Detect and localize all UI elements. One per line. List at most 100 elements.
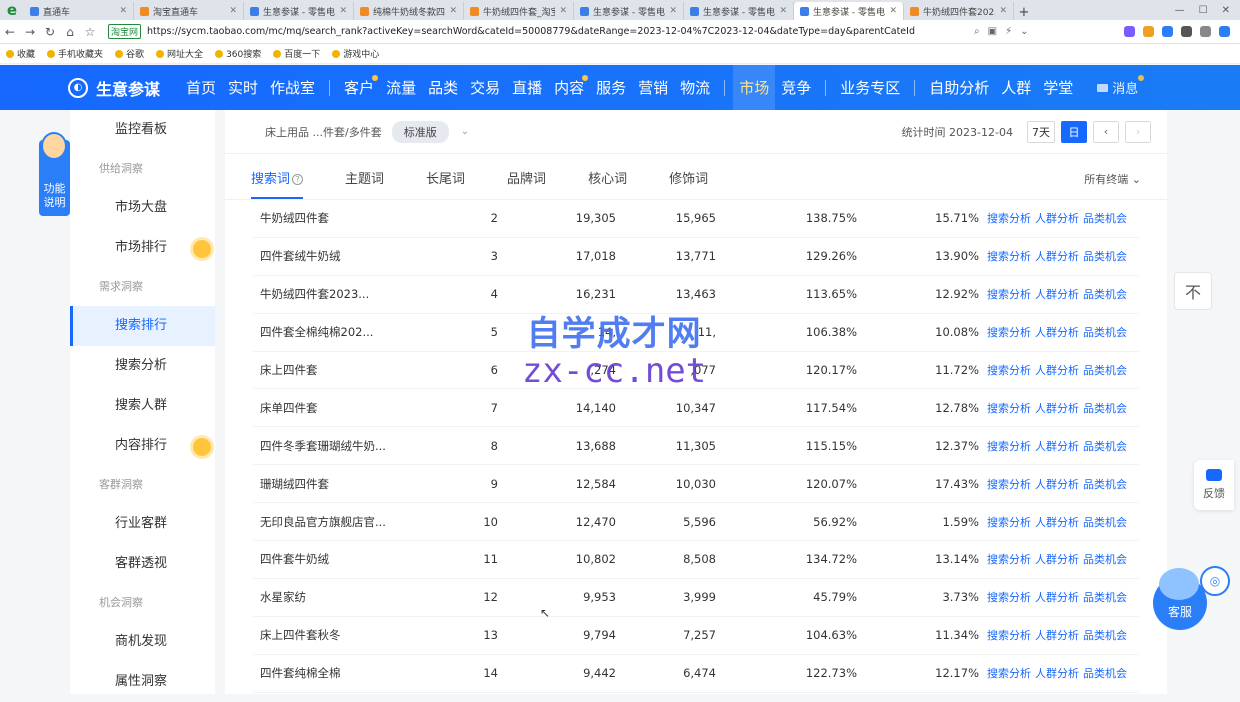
bookmark-item[interactable]: 谷歌 — [115, 47, 144, 60]
prev-date-button[interactable]: ‹ — [1093, 120, 1119, 143]
row-action-link[interactable]: 搜索分析 — [987, 286, 1031, 302]
url-text[interactable]: https://sycm.taobao.com/mc/mq/search_ran… — [147, 26, 915, 37]
row-action-link[interactable]: 品类机会 — [1083, 476, 1127, 492]
close-tab-icon[interactable]: ✕ — [339, 6, 347, 16]
sidebar-item[interactable]: 内容排行 — [70, 426, 215, 466]
row-action-link[interactable]: 品类机会 — [1083, 589, 1127, 605]
close-tab-icon[interactable]: ✕ — [669, 6, 677, 16]
browser-tab[interactable]: 生意参谋 - 零售电商 ✕ — [574, 2, 684, 20]
nav-item-13[interactable]: 市场 — [733, 65, 776, 110]
brand-logo[interactable]: ◐ 生意参谋 — [0, 76, 180, 100]
row-action-link[interactable]: 品类机会 — [1083, 400, 1127, 416]
row-action-link[interactable]: 品类机会 — [1083, 362, 1127, 378]
bookmark-item[interactable]: 网址大全 — [156, 47, 203, 60]
bookmark-item[interactable]: 收藏 — [6, 47, 35, 60]
row-action-link[interactable]: 搜索分析 — [987, 551, 1031, 567]
terminal-selector[interactable]: 所有终端 ⌄ — [1084, 171, 1141, 199]
back-icon[interactable]: ← — [0, 25, 20, 39]
nav-item-2[interactable]: 实时 — [222, 65, 264, 110]
bookmark-item[interactable]: 百度一下 — [273, 47, 320, 60]
extension-icon[interactable] — [1124, 26, 1135, 37]
extension-icon[interactable] — [1143, 26, 1154, 37]
close-tab-icon[interactable]: ✕ — [889, 6, 897, 16]
zoom-icon[interactable]: ⌕ — [974, 26, 980, 37]
nav-item-8[interactable]: 直播 — [506, 65, 548, 110]
range-day-button[interactable]: 日 — [1061, 120, 1087, 143]
tab-2[interactable]: 主题词 — [345, 168, 384, 199]
browser-tab[interactable]: 纯棉牛奶绒冬款四件✕ — [354, 2, 464, 20]
nav-item-14[interactable]: 竞争 — [775, 65, 817, 110]
bookmark-item[interactable]: 手机收藏夹 — [47, 47, 103, 60]
row-action-link[interactable]: 人群分析 — [1035, 551, 1079, 567]
row-action-link[interactable]: 人群分析 — [1035, 438, 1079, 454]
back-to-top-button[interactable]: 不 — [1174, 272, 1212, 310]
sidebar-item[interactable]: 市场排行 — [70, 228, 215, 268]
browser-tab[interactable]: 生意参谋 - 零售电商 ✕ — [794, 2, 904, 20]
sidebar-item[interactable]: 行业客群 — [70, 504, 215, 544]
row-action-link[interactable]: 搜索分析 — [987, 400, 1031, 416]
browser-tab[interactable]: 淘宝直通车 ✕ — [134, 2, 244, 20]
row-action-link[interactable]: 搜索分析 — [987, 362, 1031, 378]
close-tab-icon[interactable]: ✕ — [449, 6, 457, 16]
help-icon[interactable]: ? — [292, 174, 304, 185]
nav-item-6[interactable]: 品类 — [422, 65, 464, 110]
screenshot-icon[interactable]: ▣ — [988, 26, 997, 37]
row-action-link[interactable]: 搜索分析 — [987, 324, 1031, 340]
browser-tab[interactable]: 生意参谋 - 零售电商 ✕ — [244, 2, 354, 20]
close-tab-icon[interactable]: ✕ — [999, 6, 1007, 16]
row-action-link[interactable]: 人群分析 — [1035, 665, 1079, 681]
row-action-link[interactable]: 品类机会 — [1083, 514, 1127, 530]
reload-icon[interactable]: ↻ — [40, 25, 60, 39]
tab-5[interactable]: 核心词 — [588, 168, 627, 199]
extension-icon[interactable] — [1181, 26, 1192, 37]
row-action-link[interactable]: 搜索分析 — [987, 248, 1031, 264]
lightning-icon[interactable]: ⚡ — [1005, 26, 1012, 37]
close-tab-icon[interactable]: ✕ — [229, 6, 237, 16]
home-icon[interactable]: ⌂ — [60, 25, 80, 39]
new-tab-button[interactable]: + — [1014, 5, 1034, 20]
sidebar-item[interactable]: 商机发现 — [70, 622, 215, 662]
tab-3[interactable]: 长尾词 — [426, 168, 465, 199]
row-action-link[interactable]: 品类机会 — [1083, 627, 1127, 643]
nav-item-17[interactable]: 人群 — [995, 65, 1037, 110]
sidebar-item[interactable]: 搜索人群 — [70, 386, 215, 426]
nav-item-9[interactable]: 内容 — [548, 65, 590, 110]
close-window-icon[interactable]: ✕ — [1222, 5, 1230, 16]
url-input[interactable]: 淘宝网 https://sycm.taobao.com/mc/mq/search… — [108, 23, 968, 41]
row-action-link[interactable]: 人群分析 — [1035, 248, 1079, 264]
tab-6[interactable]: 修饰词 — [669, 168, 708, 199]
nav-item-10[interactable]: 服务 — [590, 65, 632, 110]
browser-tab[interactable]: 生意参谋 - 零售电商 ✕ — [684, 2, 794, 20]
next-date-button[interactable]: › — [1125, 120, 1151, 143]
row-action-link[interactable]: 人群分析 — [1035, 627, 1079, 643]
message-button[interactable]: 消息 — [1097, 75, 1145, 97]
category-selector[interactable]: 床上用品 ...件套/多件套 — [265, 124, 382, 140]
nav-item-16[interactable]: 自助分析 — [923, 65, 995, 110]
row-action-link[interactable]: 搜索分析 — [987, 438, 1031, 454]
sidebar-item[interactable]: 市场大盘 — [70, 188, 215, 228]
row-action-link[interactable]: 搜索分析 — [987, 476, 1031, 492]
sidebar-item[interactable]: 搜索排行 — [70, 306, 215, 346]
minimize-icon[interactable]: — — [1175, 5, 1185, 16]
sidebar-item[interactable]: 客群透视 — [70, 544, 215, 584]
nav-item-5[interactable]: 流量 — [380, 65, 422, 110]
forward-icon[interactable]: → — [20, 25, 40, 39]
range-7d-button[interactable]: 7天 — [1027, 120, 1055, 143]
nav-item-18[interactable]: 学堂 — [1037, 65, 1079, 110]
row-action-link[interactable]: 搜索分析 — [987, 210, 1031, 226]
close-tab-icon[interactable]: ✕ — [779, 6, 787, 16]
chevron-down-icon[interactable]: ⌄ — [461, 126, 469, 137]
sidebar-item[interactable]: 监控看板 — [70, 110, 215, 150]
nav-item-1[interactable]: 首页 — [180, 65, 222, 110]
row-action-link[interactable]: 人群分析 — [1035, 210, 1079, 226]
extension-icon[interactable] — [1162, 26, 1173, 37]
bookmark-icon[interactable]: ☆ — [80, 25, 100, 39]
download-icon[interactable] — [1200, 26, 1211, 37]
close-tab-icon[interactable]: ✕ — [119, 6, 127, 16]
dropdown-icon[interactable]: ⌄ — [1020, 26, 1028, 37]
browser-tab[interactable]: 直通车 ✕ — [24, 2, 134, 20]
row-action-link[interactable]: 品类机会 — [1083, 286, 1127, 302]
row-action-link[interactable]: 品类机会 — [1083, 210, 1127, 226]
row-action-link[interactable]: 人群分析 — [1035, 362, 1079, 378]
nav-item-4[interactable]: 客户 — [338, 65, 380, 110]
